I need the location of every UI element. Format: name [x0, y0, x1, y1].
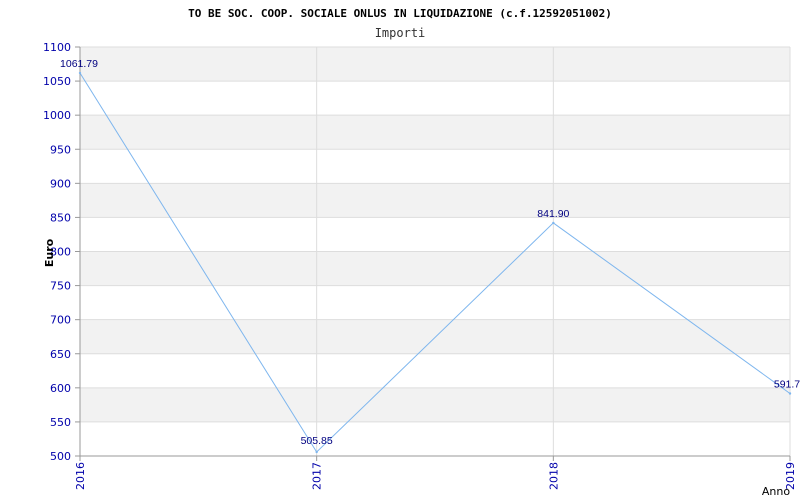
band — [80, 183, 790, 218]
band — [80, 251, 790, 286]
band — [80, 387, 790, 422]
band — [80, 115, 790, 150]
chart-subtitle: Importi — [375, 26, 426, 40]
y-tick-label: 550 — [50, 416, 71, 429]
y-axis-label: Euro — [43, 238, 56, 267]
data-point — [78, 71, 82, 75]
band — [80, 319, 790, 354]
x-tick-label: 2017 — [311, 462, 324, 490]
x-tick-label: 2018 — [547, 462, 560, 490]
y-tick-label: 950 — [50, 143, 71, 156]
plot-background-bands — [80, 47, 790, 422]
y-tick-label: 650 — [50, 348, 71, 361]
y-tick-label: 700 — [50, 314, 71, 327]
y-tick-label: 900 — [50, 177, 71, 190]
x-axis-label: Anno — [762, 485, 790, 498]
y-tick-label: 600 — [50, 382, 71, 395]
data-point — [315, 450, 318, 454]
data-label: 1061.79 — [60, 58, 98, 70]
y-tick-label: 1000 — [43, 109, 71, 122]
band — [80, 47, 790, 82]
x-tick-label: 2016 — [74, 462, 87, 490]
y-tick-label: 1100 — [43, 41, 71, 54]
data-point — [788, 392, 792, 395]
data-point — [552, 221, 555, 225]
data-label: 591.7 — [774, 378, 800, 390]
x-axis-ticks: 2016 2017 2018 2019 — [74, 456, 797, 490]
data-label: 505.85 — [301, 435, 333, 447]
y-tick-label: 850 — [50, 211, 71, 224]
y-tick-label: 1050 — [43, 75, 71, 88]
chart-title: TO BE SOC. COOP. SOCIALE ONLUS IN LIQUID… — [188, 7, 612, 20]
line-chart: TO BE SOC. COOP. SOCIALE ONLUS IN LIQUID… — [43, 7, 800, 498]
y-tick-label: 750 — [50, 280, 71, 293]
data-label: 841.90 — [537, 208, 569, 220]
y-tick-label: 500 — [50, 450, 71, 463]
